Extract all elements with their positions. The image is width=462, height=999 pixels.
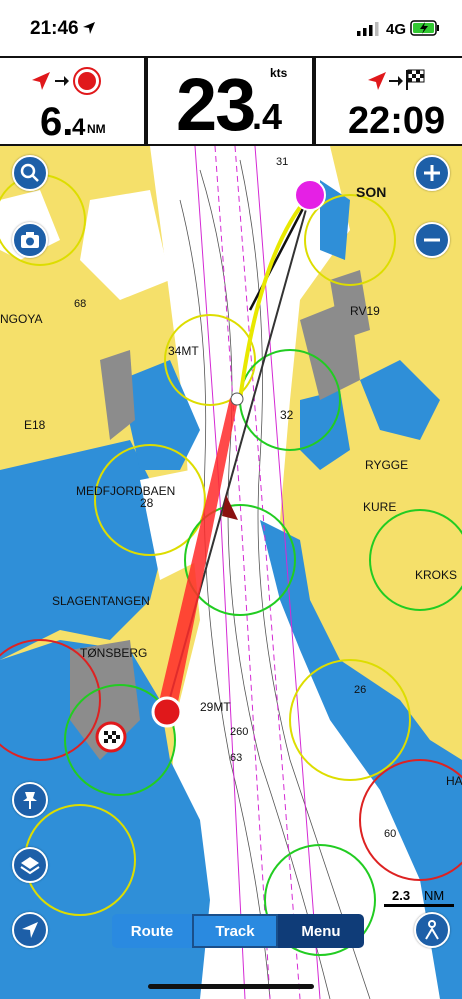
depth-label: 63 xyxy=(230,752,243,764)
place-label: TØNSBERG xyxy=(80,646,148,660)
depth-label: 28 xyxy=(140,496,154,510)
scale-unit: NM xyxy=(424,888,445,903)
depth-label: 31 xyxy=(276,156,289,168)
speed-int: 23 xyxy=(176,63,256,146)
camera-icon xyxy=(21,232,39,248)
depth-label: 68 xyxy=(74,298,87,310)
layers-icon xyxy=(20,857,40,875)
center-location-button[interactable] xyxy=(12,912,48,948)
search-icon xyxy=(20,163,39,182)
place-label: SON xyxy=(356,184,387,200)
scale-value: 2.3 xyxy=(392,888,411,903)
finish-flag-icon xyxy=(406,69,425,90)
place-label: E18 xyxy=(24,418,46,432)
nav-arrow-icon xyxy=(368,72,386,90)
right-arrow-icon xyxy=(55,76,69,86)
tab-route[interactable]: Route xyxy=(112,914,192,948)
speed-dec: .4 xyxy=(252,96,283,137)
status-bar: 21:46 4G xyxy=(0,0,462,56)
search-button[interactable] xyxy=(12,155,48,191)
speed-unit: kts xyxy=(270,66,288,80)
zoom-in-button[interactable] xyxy=(414,155,450,191)
speed-panel[interactable]: 23 .4 kts xyxy=(146,56,314,146)
location-arrow-icon xyxy=(83,22,95,34)
eta-panel[interactable]: 22:09 xyxy=(314,56,462,146)
place-label: SLAGENTANGEN xyxy=(52,594,150,608)
person-mode-button[interactable] xyxy=(414,912,450,948)
battery-charging-icon xyxy=(410,20,439,36)
tab-track[interactable]: Track xyxy=(192,914,278,948)
location-arrow-icon xyxy=(22,922,38,938)
depth-label: 29MT xyxy=(200,700,231,714)
nav-arrow-icon xyxy=(32,72,50,90)
distance-unit: NM xyxy=(87,122,106,136)
place-label: HA xyxy=(446,774,462,788)
distance-dec: 4 xyxy=(72,114,86,141)
status-time: 21:46 xyxy=(30,18,79,39)
tab-track-label: Track xyxy=(215,922,255,940)
place-label: MEDFJORDBAEN xyxy=(76,484,176,498)
scale-bar: 2.3 NM xyxy=(384,888,454,907)
place-label: RYGGE xyxy=(365,458,409,472)
pin-icon xyxy=(23,792,37,809)
depth-label: 32 xyxy=(280,408,294,422)
person-icon xyxy=(425,920,439,940)
depth-label: 26 xyxy=(354,684,367,696)
depth-label: 260 xyxy=(230,726,249,738)
place-label: KURE xyxy=(363,500,397,514)
place-label: NGOYA xyxy=(0,312,43,326)
signal-icon xyxy=(357,22,379,36)
waypoint-icon xyxy=(73,67,101,95)
camera-button[interactable] xyxy=(12,222,48,258)
chart-canvas xyxy=(0,146,462,999)
depth-label: 60 xyxy=(384,828,397,840)
plus-icon xyxy=(424,165,440,181)
nautical-chart-map[interactable]: SON RV19 NGOYA E18 34MT 32 RYGGE KURE ME… xyxy=(0,146,462,999)
network-type: 4G xyxy=(386,21,407,38)
tab-route-label: Route xyxy=(130,922,174,940)
depth-label: 34MT xyxy=(168,344,199,358)
layers-button[interactable] xyxy=(12,847,48,883)
place-label: RV19 xyxy=(350,304,380,318)
home-indicator xyxy=(148,984,314,989)
distance-int: 6. xyxy=(40,100,74,144)
place-label: KROKS xyxy=(415,568,458,582)
zoom-out-button[interactable] xyxy=(414,222,450,258)
tab-menu-label: Menu xyxy=(301,922,341,940)
minus-icon xyxy=(424,238,440,242)
right-arrow-icon xyxy=(389,76,403,86)
tab-menu[interactable]: Menu xyxy=(278,914,364,948)
distance-panel[interactable]: 6. 4 NM xyxy=(0,56,146,146)
eta-time: 22:09 xyxy=(348,100,446,142)
waypoint-pin-button[interactable] xyxy=(12,782,48,818)
